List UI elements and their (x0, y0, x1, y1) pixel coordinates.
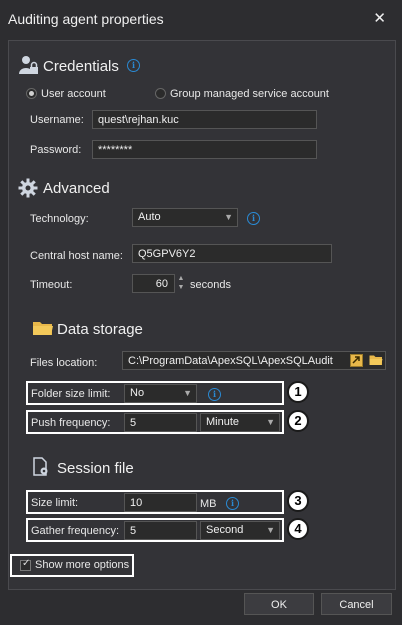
callout-badge-1: 1 (287, 381, 309, 403)
files-location-label: Files location: (30, 357, 98, 369)
gather-unit-dropdown[interactable]: Second ▼ (200, 521, 280, 540)
show-more-checkbox[interactable] (20, 558, 31, 571)
folder-size-limit-dropdown[interactable]: No ▼ (124, 384, 197, 403)
size-limit-label: Size limit: (31, 497, 79, 509)
open-location-icon[interactable] (350, 354, 363, 367)
password-label: Password: (30, 144, 82, 156)
timeout-unit: seconds (190, 279, 231, 291)
technology-info-icon[interactable]: i (247, 212, 260, 225)
push-frequency-label: Push frequency: (31, 417, 111, 429)
callout-badge-4: 4 (287, 518, 309, 540)
chevron-down-icon[interactable]: ▼ (177, 283, 185, 292)
folder-size-limit-value: No (130, 387, 145, 399)
ok-button[interactable]: OK (244, 593, 314, 615)
callout-badge-2: 2 (287, 410, 309, 432)
folder-limit-info-icon[interactable]: i (208, 388, 221, 401)
push-unit-value: Minute (206, 416, 240, 428)
timeout-stepper[interactable]: ▲ ▼ (177, 274, 185, 293)
chevron-down-icon: ▼ (266, 417, 275, 427)
window-title: Auditing agent properties (8, 11, 164, 27)
chevron-down-icon: ▼ (224, 212, 233, 222)
gather-frequency-input[interactable]: 5 (124, 521, 197, 540)
folder-size-limit-label: Folder size limit: (31, 388, 111, 400)
technology-value: Auto (138, 211, 161, 223)
size-limit-unit: MB (200, 498, 217, 510)
gather-unit-value: Second (206, 524, 244, 536)
gather-frequency-label: Gather frequency: (31, 525, 120, 537)
chevron-down-icon: ▼ (266, 525, 275, 535)
browse-folder-icon[interactable] (369, 354, 383, 366)
cancel-button[interactable]: Cancel (321, 593, 392, 615)
size-limit-info-icon[interactable]: i (226, 497, 239, 510)
gmsa-radio[interactable] (155, 88, 166, 99)
gmsa-label: Group managed service account (170, 88, 329, 100)
host-name-label: Central host name: (30, 250, 123, 262)
user-account-radio[interactable] (26, 88, 37, 99)
show-more-label[interactable]: Show more options (35, 559, 129, 571)
password-input[interactable]: ******** (92, 140, 317, 159)
session-file-heading: Session file (57, 460, 134, 477)
advanced-heading: Advanced (43, 180, 110, 197)
close-icon[interactable]: ✕ (373, 9, 386, 27)
credentials-info-icon[interactable]: i (127, 59, 140, 72)
callout-badge-3: 3 (287, 490, 309, 512)
size-limit-input[interactable]: 10 (124, 493, 197, 512)
host-name-input[interactable]: Q5GPV6Y2 (132, 244, 332, 263)
technology-dropdown[interactable]: Auto ▼ (132, 208, 238, 227)
credentials-heading: Credentials (43, 58, 119, 75)
push-unit-dropdown[interactable]: Minute ▼ (200, 413, 280, 432)
chevron-down-icon: ▼ (183, 388, 192, 398)
username-label: Username: (30, 114, 84, 126)
user-lock-icon (19, 56, 38, 74)
properties-panel: Credentials i User account Group managed… (8, 40, 396, 590)
timeout-label: Timeout: (30, 279, 73, 291)
push-frequency-input[interactable]: 5 (124, 413, 197, 432)
file-gear-icon (33, 457, 48, 476)
user-account-label: User account (41, 88, 106, 100)
username-input[interactable]: quest\rejhan.kuc (92, 110, 317, 129)
folder-icon (33, 322, 53, 335)
title-bar: Auditing agent properties ✕ (0, 0, 402, 38)
chevron-up-icon[interactable]: ▲ (177, 274, 185, 283)
technology-label: Technology: (30, 213, 89, 225)
gear-icon (18, 178, 38, 198)
data-storage-heading: Data storage (57, 321, 143, 338)
files-location-input[interactable]: C:\ProgramData\ApexSQL\ApexSQLAudit (122, 351, 386, 370)
timeout-input[interactable]: 60 (132, 274, 175, 293)
